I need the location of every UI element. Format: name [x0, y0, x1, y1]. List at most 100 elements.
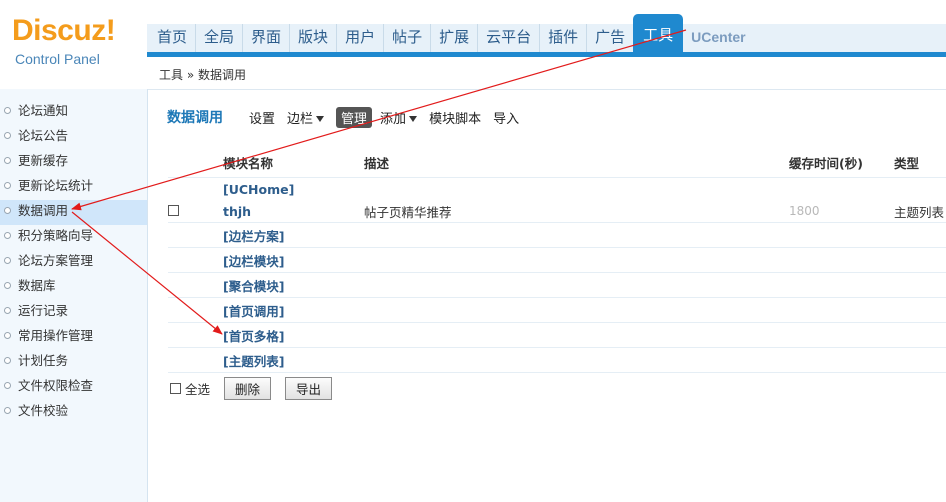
bullet-icon [4, 182, 11, 189]
group-label[interactable]: [边栏方案] [223, 222, 364, 248]
sidebar-item-credit-wizard[interactable]: 积分策略向导 [0, 225, 147, 250]
sidebar-item-database[interactable]: 数据库 [0, 275, 147, 300]
tab-sidebar[interactable]: 边栏 [287, 108, 325, 127]
sidebar-item-label: 论坛公告 [18, 128, 69, 143]
nav-tab-tools[interactable]: 工具 [633, 14, 684, 52]
sidebar-item-file-perms[interactable]: 文件权限检查 [0, 375, 147, 400]
table-row: [首页调用] [168, 297, 946, 323]
sidebar-item-cron[interactable]: 计划任务 [0, 350, 147, 375]
breadcrumb: 工具 » 数据调用 [147, 58, 946, 90]
tab-module-script[interactable]: 模块脚本 [429, 108, 481, 127]
top-nav: 首页 全局 界面 版块 用户 帖子 扩展 云平台 插件 广告 工具 UCente… [147, 0, 946, 58]
header-type: 类型 [894, 147, 946, 178]
nav-tab-home[interactable]: 首页 [149, 24, 195, 52]
group-label[interactable]: [首页多格] [223, 322, 364, 348]
tab-manage[interactable]: 管理 [336, 106, 373, 128]
delete-button[interactable]: 删除 [224, 377, 272, 400]
sidebar-item-label: 论坛通知 [18, 103, 69, 118]
header-description: 描述 [364, 147, 789, 178]
sidebar-item-update-stats[interactable]: 更新论坛统计 [0, 175, 147, 200]
module-description: 帖子页精华推荐 [364, 200, 789, 223]
nav-tab-ads[interactable]: 广告 [586, 24, 633, 52]
bullet-icon [4, 157, 11, 164]
select-all-label[interactable]: 全选 [170, 379, 210, 398]
table-row: [聚合模块] [168, 272, 946, 298]
sidebar-item-data-call[interactable]: 数据调用 [0, 200, 147, 225]
sidebar-item-label: 数据调用 [18, 203, 69, 218]
tab-sidebar-label: 边栏 [287, 111, 314, 127]
bullet-icon [4, 307, 11, 314]
tab-add[interactable]: 添加 [380, 108, 418, 127]
sidebar-item-label: 文件权限检查 [18, 378, 94, 393]
tab-import[interactable]: 导入 [493, 108, 519, 127]
row-checkbox[interactable] [168, 204, 179, 216]
bullet-icon [4, 407, 11, 414]
cache-time-value: 1800 [789, 200, 894, 223]
sidebar-item-label: 运行记录 [18, 303, 69, 318]
sidebar-item-run-log[interactable]: 运行记录 [0, 300, 147, 325]
sidebar-item-announcement[interactable]: 论坛公告 [0, 125, 147, 150]
module-table: 模块名称 描述 缓存时间(秒) 类型 [UCHome] thjh 帖子页精华推荐… [168, 147, 946, 373]
sidebar-item-scheme-manage[interactable]: 论坛方案管理 [0, 250, 147, 275]
table-footer: 全选 删除 导出 [170, 377, 346, 400]
group-label[interactable]: [边栏模块] [223, 247, 364, 273]
bullet-icon [4, 132, 11, 139]
group-label[interactable]: [主题列表] [223, 347, 364, 373]
group-label[interactable]: [聚合模块] [223, 272, 364, 298]
nav-tab-plugin[interactable]: 插件 [539, 24, 586, 52]
page-title: 数据调用 [167, 110, 223, 126]
sidebar-item-common-ops[interactable]: 常用操作管理 [0, 325, 147, 350]
group-label-uchome[interactable]: [UCHome] [223, 178, 364, 201]
table-row: [边栏方案] [168, 222, 946, 248]
top-nav-bar [147, 52, 946, 57]
sidebar-item-label: 论坛方案管理 [18, 253, 94, 268]
group-label[interactable]: [首页调用] [223, 297, 364, 323]
select-all-checkbox[interactable] [170, 383, 181, 394]
sidebar-item-update-cache[interactable]: 更新缓存 [0, 150, 147, 175]
nav-tab-user[interactable]: 用户 [336, 24, 383, 52]
module-type: 主题列表 [894, 200, 946, 223]
nav-tab-forum[interactable]: 版块 [289, 24, 336, 52]
header-module-name: 模块名称 [223, 147, 364, 178]
nav-tab-global[interactable]: 全局 [195, 24, 242, 52]
nav-tab-extended[interactable]: 扩展 [430, 24, 477, 52]
nav-tab-ucenter[interactable]: UCenter [683, 24, 753, 52]
table-row: [边栏模块] [168, 247, 946, 273]
table-row: [UCHome] [168, 178, 946, 201]
logo-subtitle: Control Panel [15, 51, 100, 67]
header-cache-time: 缓存时间(秒) [789, 147, 894, 178]
nav-tab-style[interactable]: 界面 [242, 24, 289, 52]
caret-down-icon [316, 115, 325, 122]
tab-add-label: 添加 [380, 111, 407, 127]
module-name-link[interactable]: thjh [223, 200, 364, 223]
table-row: [主题列表] [168, 347, 946, 373]
tab-settings[interactable]: 设置 [249, 108, 275, 127]
nav-tab-cloud[interactable]: 云平台 [477, 24, 539, 52]
main-content: 数据调用 设置 边栏 管理 添加 模块脚本 导入 模块名称 描述 缓存时间(秒)… [148, 90, 946, 502]
bullet-icon [4, 282, 11, 289]
table-row: [首页多格] [168, 322, 946, 348]
export-button[interactable]: 导出 [285, 377, 333, 400]
sidebar-item-label: 积分策略向导 [18, 228, 94, 243]
sidebar-item-label: 文件校验 [18, 403, 69, 418]
bullet-icon [4, 232, 11, 239]
sidebar-item-label: 更新论坛统计 [18, 178, 94, 193]
nav-tab-topic[interactable]: 帖子 [383, 24, 430, 52]
logo-text: Discuz! [12, 14, 116, 47]
sidebar-item-file-check[interactable]: 文件校验 [0, 400, 147, 425]
table-row: thjh 帖子页精华推荐 1800 主题列表 [168, 200, 946, 223]
bullet-icon [4, 332, 11, 339]
bullet-icon [4, 207, 11, 214]
header-check [168, 147, 223, 178]
bullet-icon [4, 357, 11, 364]
sidebar: 论坛通知 论坛公告 更新缓存 更新论坛统计 数据调用 积分策略向导 论坛方案管理… [0, 89, 148, 502]
logo: Discuz! Control Panel [0, 0, 147, 88]
sidebar-item-label: 计划任务 [18, 353, 69, 368]
select-all-text: 全选 [184, 382, 210, 397]
sidebar-item-label: 常用操作管理 [18, 328, 94, 343]
sidebar-item-notice[interactable]: 论坛通知 [0, 100, 147, 125]
bullet-icon [4, 257, 11, 264]
caret-down-icon [409, 115, 418, 122]
table-header: 模块名称 描述 缓存时间(秒) 类型 [168, 147, 946, 178]
bullet-icon [4, 107, 11, 114]
